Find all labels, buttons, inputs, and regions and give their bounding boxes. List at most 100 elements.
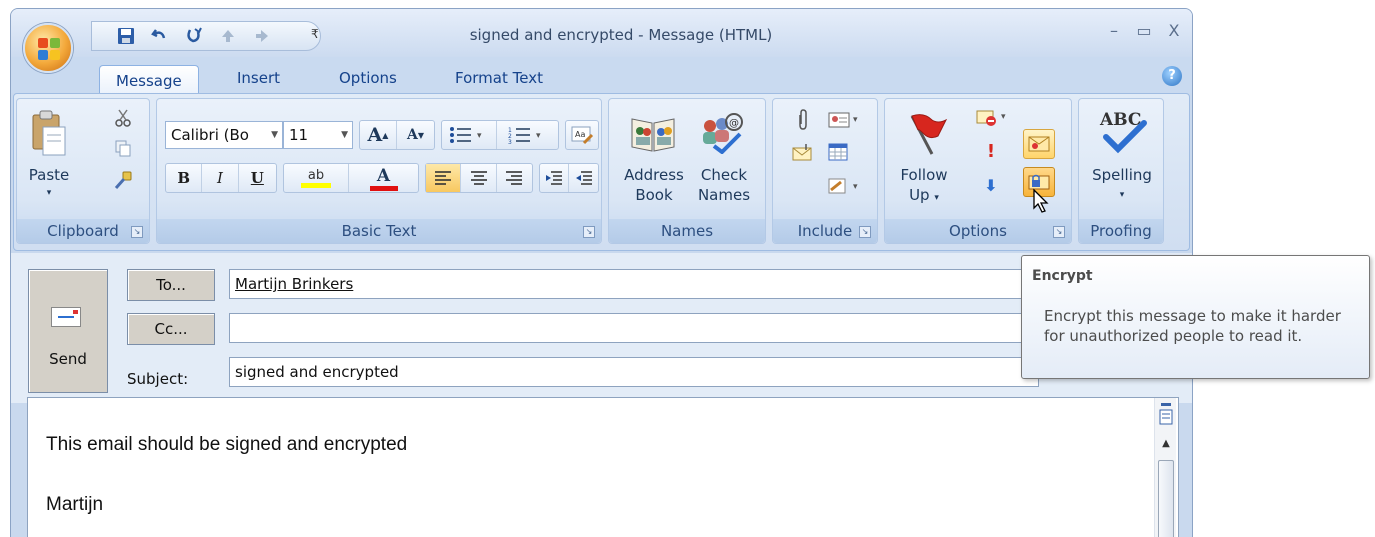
to-field[interactable]: Martijn Brinkers	[229, 269, 1039, 299]
ribbon: Paste ▾ Clipboard ↘ Calibri (Bo ▼ 11 ▼ A ▲ …	[13, 93, 1190, 251]
minimize-icon[interactable]: –	[1104, 21, 1124, 40]
close-icon[interactable]: X	[1164, 21, 1184, 40]
clipboard-launcher-icon[interactable]: ↘	[131, 226, 143, 238]
tab-message[interactable]: Message	[99, 65, 199, 96]
paste-label[interactable]: Paste	[17, 165, 81, 185]
encrypt-tooltip: Encrypt Encrypt this message to make it …	[1021, 255, 1370, 379]
tab-options[interactable]: Options	[339, 69, 397, 87]
grow-font-label: A	[367, 124, 383, 146]
spelling-icon[interactable]: ABC	[1091, 105, 1153, 161]
previous-item-icon[interactable]	[216, 25, 240, 47]
chevron-down-icon[interactable]: ▼	[341, 122, 348, 148]
scroll-up-icon[interactable]: ▲	[1158, 438, 1174, 454]
italic-button[interactable]: I	[202, 164, 239, 192]
underline-button[interactable]: U	[239, 164, 276, 192]
options-group-label: Options	[885, 219, 1071, 243]
address-book-label-1[interactable]: Address	[619, 165, 689, 185]
names-label: Names	[660, 222, 714, 240]
proofing-group: ABC Spelling ▾ Proofing	[1078, 98, 1164, 244]
ruler-toggle-icon[interactable]	[1158, 402, 1174, 428]
format-painter-icon[interactable]	[111, 167, 135, 193]
paste-icon[interactable]	[25, 107, 73, 159]
undo-icon[interactable]	[148, 25, 172, 47]
cut-icon[interactable]	[111, 105, 135, 131]
grow-font-button[interactable]: A ▲	[360, 121, 398, 149]
align-left-icon[interactable]	[426, 164, 462, 192]
quick-access-toolbar	[91, 21, 321, 51]
customize-toolbar-icon[interactable]: ₹	[311, 27, 319, 41]
paste-dropdown-icon[interactable]: ▾	[39, 183, 59, 203]
tab-insert[interactable]: Insert	[237, 69, 280, 87]
subject-field[interactable]: signed and encrypted	[229, 357, 1039, 387]
redo-icon[interactable]	[182, 25, 206, 47]
spelling-label[interactable]: Spelling	[1079, 165, 1165, 185]
check-names-label-1[interactable]: Check	[689, 165, 759, 185]
font-size-buttons: A ▲ A ▼	[359, 120, 435, 150]
clipboard-group-label: Clipboard	[17, 219, 149, 243]
bullets-icon[interactable]: ▾	[442, 121, 498, 149]
address-book-label-2[interactable]: Book	[619, 185, 689, 205]
check-names-icon[interactable]: @	[693, 107, 749, 159]
cc-field[interactable]	[229, 313, 1039, 343]
flag-icon[interactable]	[897, 107, 953, 159]
save-icon[interactable]	[114, 25, 138, 47]
permission-icon[interactable]: ▾	[971, 105, 1015, 131]
maximize-icon[interactable]: ▭	[1134, 21, 1154, 40]
align-right-icon[interactable]	[497, 164, 532, 192]
numbering-icon[interactable]: 1 2 3 ▾	[497, 121, 558, 149]
business-card-icon[interactable]: ▾	[823, 107, 867, 133]
ribbon-tabs: Message Insert Options Format Text ?	[11, 57, 1192, 96]
svg-text:▾: ▾	[536, 131, 541, 141]
sign-icon[interactable]	[1023, 129, 1055, 159]
shrink-font-button[interactable]: A ▼	[397, 121, 434, 149]
help-icon[interactable]: ?	[1162, 66, 1182, 86]
window-title: signed and encrypted - Message (HTML)	[469, 26, 773, 44]
cc-button[interactable]: Cc...	[127, 313, 215, 345]
copy-icon[interactable]	[111, 135, 135, 161]
options-group: Follow Up ▾ ▾ ! ⬇ Options ↘	[884, 98, 1072, 244]
address-book-icon[interactable]	[625, 107, 681, 159]
to-button[interactable]: To...	[127, 269, 215, 301]
svg-text:▾: ▾	[477, 131, 482, 141]
styles-icon[interactable]: Aa	[566, 121, 598, 149]
font-name-combo[interactable]: Calibri (Bo ▼	[165, 121, 283, 149]
send-button[interactable]: Send	[28, 269, 108, 393]
follow-up-label-1[interactable]: Follow	[889, 165, 959, 185]
calendar-icon[interactable]	[823, 139, 853, 165]
include-launcher-icon[interactable]: ↘	[859, 226, 871, 238]
attach-file-icon[interactable]	[791, 107, 815, 133]
check-names-label-2[interactable]: Names	[689, 185, 759, 205]
next-item-icon[interactable]	[250, 25, 274, 47]
list-buttons: ▾ 1 2 3 ▾	[441, 120, 559, 150]
basic-text-launcher-icon[interactable]: ↘	[583, 226, 595, 238]
chevron-down-icon[interactable]: ▼	[271, 122, 278, 148]
attach-item-icon[interactable]	[789, 139, 817, 165]
decrease-indent-icon[interactable]	[540, 164, 570, 192]
bold-button[interactable]: B	[166, 164, 203, 192]
mouse-pointer-icon	[1033, 188, 1049, 213]
low-importance-icon[interactable]: ⬇	[981, 173, 1001, 197]
tooltip-text: Encrypt this message to make it harder f…	[1044, 307, 1341, 345]
compose-header: Send To... Cc... Subject: Martijn Brinke…	[11, 253, 1192, 403]
align-center-icon[interactable]	[461, 164, 497, 192]
font-size-combo[interactable]: 11 ▼	[283, 121, 353, 149]
signature-icon[interactable]: ▾	[823, 173, 867, 199]
tab-format-text[interactable]: Format Text	[455, 69, 543, 87]
highlight-button[interactable]: ab	[284, 164, 350, 192]
recipient-name[interactable]: Martijn Brinkers	[235, 275, 353, 293]
styles-button[interactable]: Aa	[565, 120, 599, 150]
follow-up-label-2[interactable]: Up ▾	[889, 185, 959, 208]
proofing-group-label: Proofing	[1079, 219, 1163, 243]
font-color-button[interactable]: A	[349, 164, 418, 192]
office-button[interactable]	[23, 23, 73, 73]
font-style-buttons: B I U	[165, 163, 277, 193]
vertical-scrollbar[interactable]: ▲	[1154, 398, 1176, 537]
color-buttons: ab A	[283, 163, 419, 193]
spelling-dropdown-icon[interactable]: ▾	[1079, 185, 1165, 205]
message-body[interactable]: This email should be signed and encrypte…	[27, 397, 1179, 537]
send-label: Send	[49, 350, 87, 368]
high-importance-icon[interactable]: !	[981, 139, 1001, 163]
options-launcher-icon[interactable]: ↘	[1053, 226, 1065, 238]
scroll-thumb[interactable]	[1158, 460, 1174, 537]
increase-indent-icon[interactable]	[569, 164, 598, 192]
